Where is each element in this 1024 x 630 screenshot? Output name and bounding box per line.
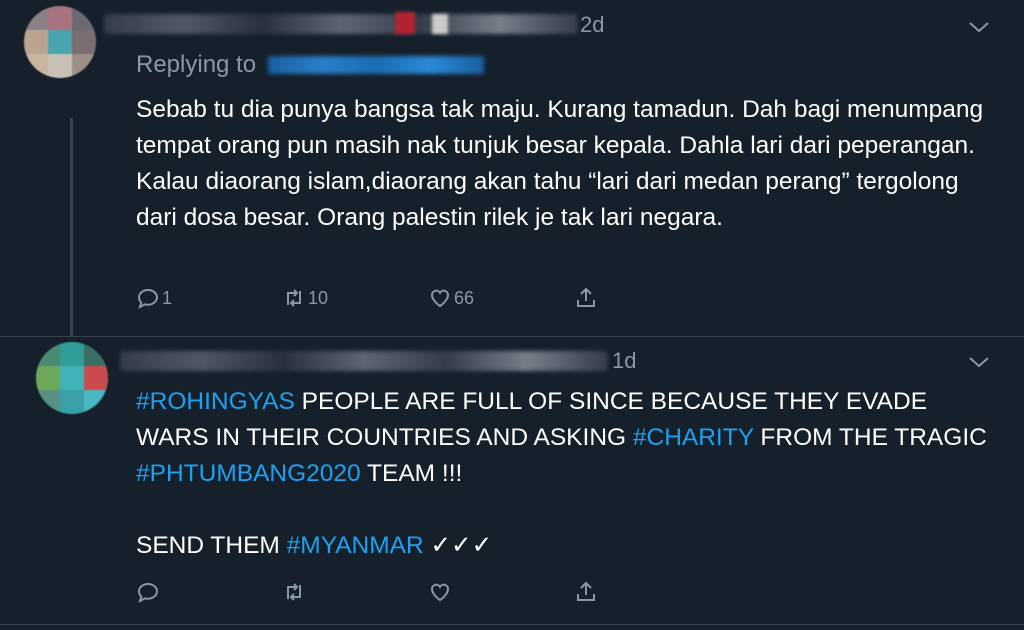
tweet-actions bbox=[136, 579, 616, 605]
tweet-divider bbox=[0, 624, 1024, 625]
tweet-2[interactable]: 1d #ROHINGYAS PEOPLE ARE FULL OF SINCE B… bbox=[0, 337, 1024, 624]
hashtag-link[interactable]: #MYANMAR bbox=[287, 532, 424, 559]
avatar[interactable] bbox=[36, 342, 108, 414]
replying-to-handle-redacted[interactable] bbox=[268, 56, 484, 74]
timestamp[interactable]: 1d bbox=[612, 348, 636, 374]
tweet-text: #ROHINGYAS PEOPLE ARE FULL OF SINCE BECA… bbox=[136, 384, 996, 492]
text-segment: SEND THEM bbox=[136, 532, 287, 559]
reply-icon bbox=[137, 288, 159, 309]
replying-to-label: Replying to bbox=[136, 51, 257, 78]
avatar[interactable] bbox=[24, 6, 96, 78]
chevron-down-icon[interactable] bbox=[968, 355, 990, 369]
chevron-down-icon[interactable] bbox=[968, 20, 990, 34]
retweet-icon bbox=[287, 289, 301, 307]
text-segment: ✓✓✓ bbox=[423, 532, 493, 559]
like-count: 66 bbox=[454, 287, 475, 308]
tweet-text-line: SEND THEM #MYANMAR ✓✓✓ bbox=[136, 528, 996, 564]
like-button[interactable]: 66 bbox=[428, 285, 474, 311]
retweet-count: 10 bbox=[308, 287, 329, 308]
retweet-icon bbox=[287, 583, 301, 601]
reply-button[interactable]: 1 bbox=[136, 285, 172, 311]
like-button[interactable] bbox=[428, 579, 452, 605]
tweet-actions: 1 10 66 bbox=[136, 285, 616, 311]
text-segment: FROM THE TRAGIC bbox=[753, 424, 994, 451]
hashtag-link[interactable]: #CHARITY bbox=[633, 424, 754, 451]
heart-icon bbox=[430, 583, 450, 602]
tweet-1[interactable]: 2d Replying to Sebab tu dia punya bangsa… bbox=[0, 0, 1024, 336]
thread-connector-line bbox=[70, 118, 73, 336]
redaction-pixel bbox=[432, 14, 448, 34]
heart-icon bbox=[430, 289, 450, 308]
retweet-button[interactable] bbox=[282, 579, 306, 605]
redaction-pixel bbox=[395, 12, 415, 34]
hashtag-link[interactable]: #PHTUMBANG2020 bbox=[136, 460, 361, 487]
reply-count: 1 bbox=[162, 287, 173, 308]
timestamp[interactable]: 2d bbox=[580, 12, 604, 38]
share-icon bbox=[577, 581, 595, 601]
reply-button[interactable] bbox=[136, 579, 160, 605]
text-segment: TEAM !!! bbox=[360, 460, 463, 487]
reply-icon bbox=[137, 582, 159, 603]
share-icon bbox=[577, 287, 595, 307]
share-button[interactable] bbox=[574, 285, 598, 311]
retweet-button[interactable]: 10 bbox=[282, 285, 328, 311]
author-name-redacted[interactable] bbox=[104, 14, 578, 34]
share-button[interactable] bbox=[574, 579, 598, 605]
hashtag-link[interactable]: #ROHINGYAS bbox=[136, 388, 295, 415]
author-name-redacted[interactable] bbox=[120, 351, 608, 371]
tweet-text: Sebab tu dia punya bangsa tak maju. Kura… bbox=[136, 96, 991, 231]
